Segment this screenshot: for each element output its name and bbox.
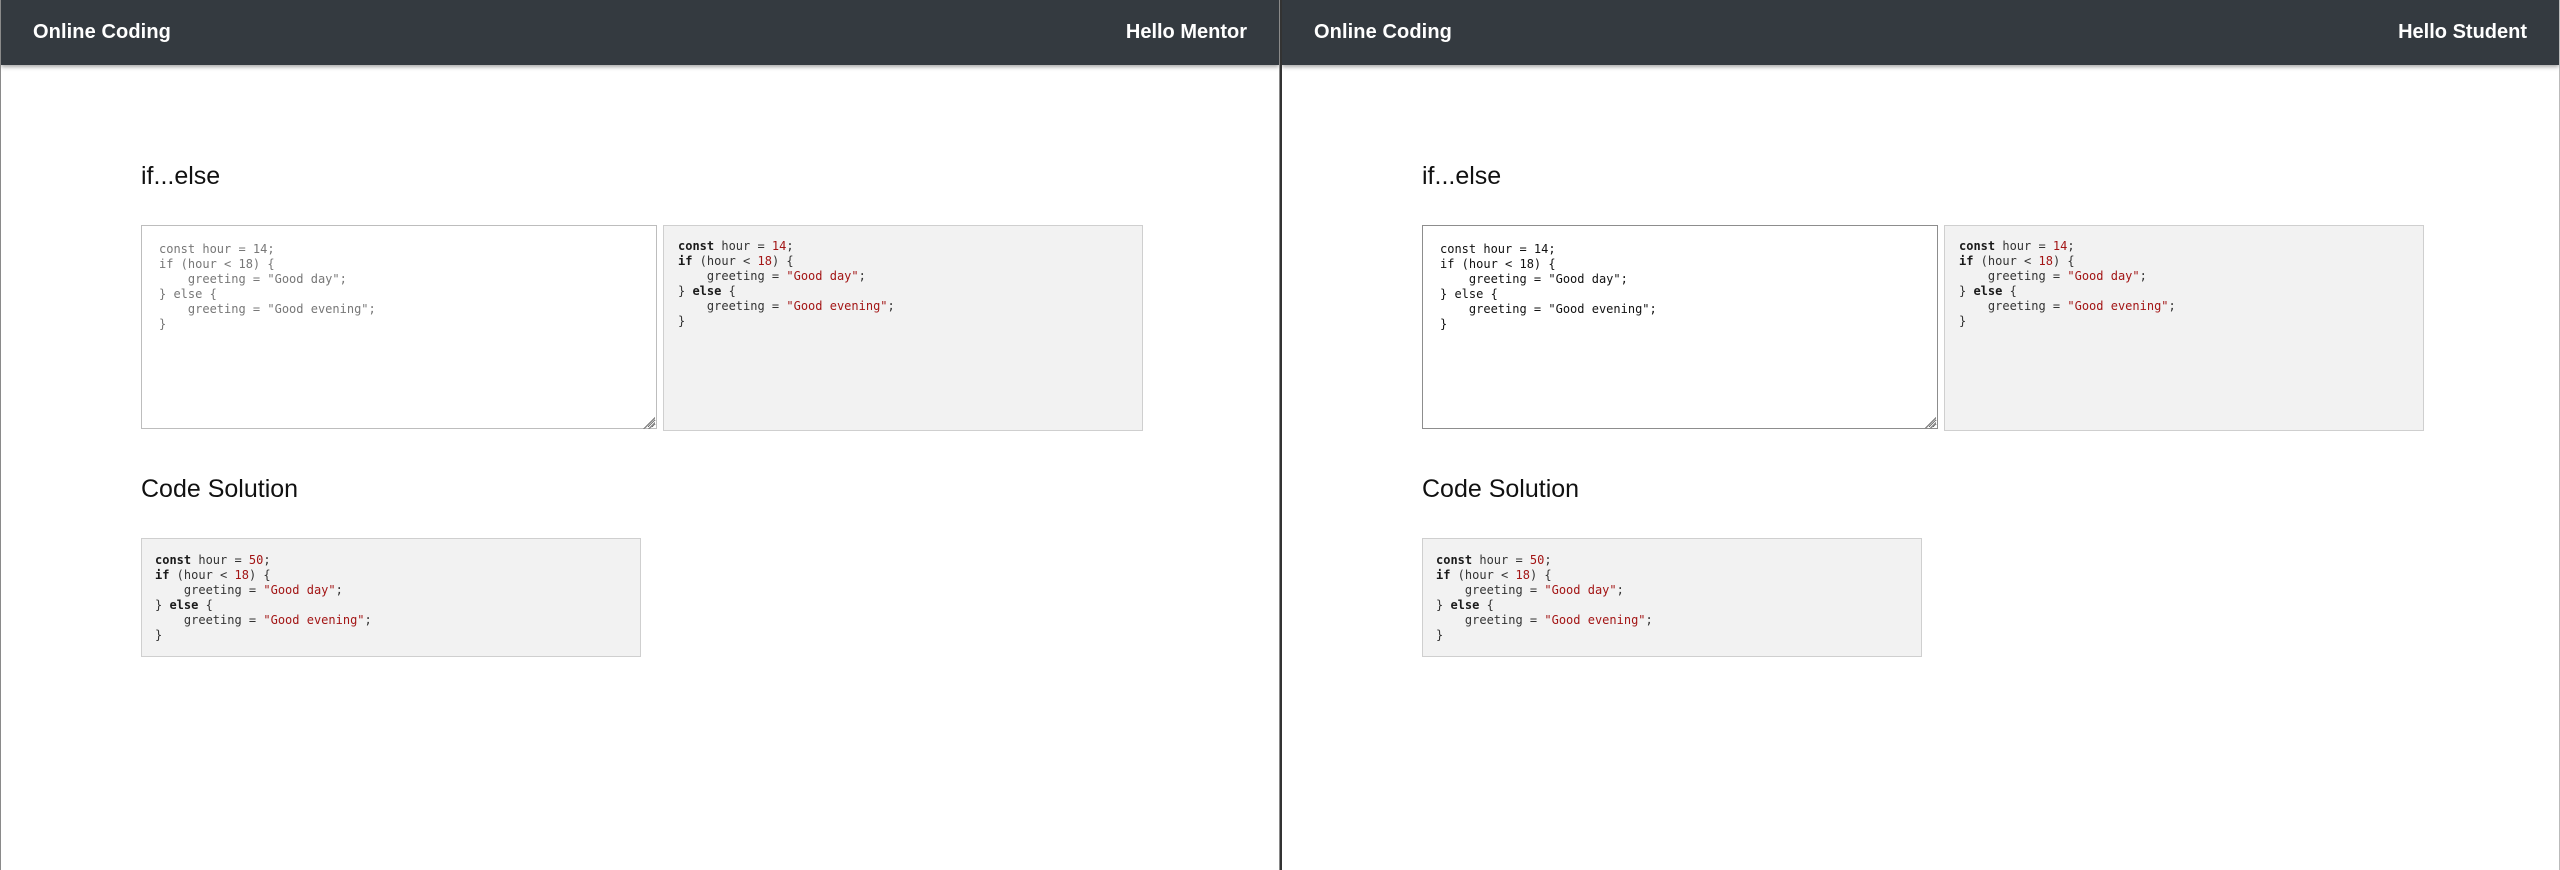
- top-navbar: Online Coding Hello Mentor: [1, 0, 1279, 65]
- code-token: hour =: [1995, 239, 2053, 253]
- code-token: greeting =: [1959, 299, 2068, 313]
- code-token: else: [169, 598, 199, 612]
- solution-code: const hour = 50; if (hour < 18) { greeti…: [1422, 538, 1922, 657]
- code-token: const: [678, 239, 715, 253]
- code-token: hour =: [714, 239, 772, 253]
- code-token: 14: [771, 239, 787, 253]
- code-editor-wrap: const hour = 14; if (hour < 18) { greeti…: [1422, 225, 1938, 431]
- code-token: 50: [248, 553, 264, 567]
- code-token: hour =: [191, 553, 249, 567]
- code-token: 14: [2052, 239, 2068, 253]
- code-token: const: [1959, 239, 1996, 253]
- solution-code: const hour = 50; if (hour < 18) { greeti…: [141, 538, 641, 657]
- code-token: ;: [786, 239, 794, 253]
- code-token: "Good evening": [263, 613, 365, 627]
- user-greeting: Hello Mentor: [1125, 21, 1247, 43]
- code-token: }: [1959, 284, 1974, 298]
- code-token: ;: [1645, 613, 1653, 627]
- code-token: ) {: [771, 254, 794, 268]
- code-token: (hour <: [169, 568, 235, 582]
- code-token: else: [1450, 598, 1480, 612]
- code-token: ;: [1616, 583, 1624, 597]
- code-token: 18: [234, 568, 249, 582]
- code-token: greeting =: [1436, 613, 1545, 627]
- code-token: "Good day": [786, 269, 859, 283]
- highlighted-preview: const hour = 14; if (hour < 18) { greeti…: [663, 225, 1143, 431]
- code-token: }: [1436, 598, 1451, 612]
- code-block-title: if...else: [1422, 162, 1502, 190]
- code-token: ;: [364, 613, 372, 627]
- code-token: ) {: [248, 568, 271, 582]
- code-token: {: [721, 284, 736, 298]
- code-token: {: [2002, 284, 2017, 298]
- user-greeting: Hello Student: [2398, 21, 2527, 43]
- code-token: ;: [2168, 299, 2176, 313]
- code-token: }: [1436, 628, 1444, 642]
- top-navbar: Online Coding Hello Student: [1282, 0, 2559, 65]
- editor-row: const hour = 14; if (hour < 18) { greeti…: [1422, 225, 2424, 431]
- mentor-window: Online Coding Hello Mentor if...else con…: [0, 0, 1280, 870]
- code-token: if: [1959, 254, 1974, 268]
- solution-title: Code Solution: [1422, 475, 1580, 503]
- code-token: }: [678, 284, 693, 298]
- code-block-title: if...else: [141, 162, 221, 190]
- code-token: {: [198, 598, 213, 612]
- resize-handle-icon[interactable]: [1924, 417, 1936, 429]
- code-editor[interactable]: const hour = 14; if (hour < 18) { greeti…: [1422, 225, 1938, 429]
- code-block-page: if...else const hour = 14; if (hour < 18…: [141, 162, 1143, 657]
- code-token: ;: [887, 299, 895, 313]
- code-token: }: [678, 314, 686, 328]
- code-block-page: if...else const hour = 14; if (hour < 18…: [1422, 162, 2424, 657]
- code-token: 18: [2038, 254, 2053, 268]
- code-token: if: [155, 568, 170, 582]
- code-token: ;: [858, 269, 866, 283]
- code-token: ;: [1544, 553, 1552, 567]
- code-token: if: [1436, 568, 1451, 582]
- code-token: (hour <: [1450, 568, 1516, 582]
- code-token: hour =: [1472, 553, 1530, 567]
- code-token: "Good evening": [1544, 613, 1646, 627]
- code-token: 18: [757, 254, 772, 268]
- code-token: "Good day": [263, 583, 336, 597]
- brand-link[interactable]: Online Coding: [1314, 21, 1452, 44]
- code-token: 18: [1515, 568, 1530, 582]
- code-token: const: [155, 553, 192, 567]
- student-window: Online Coding Hello Student if...else co…: [1280, 0, 2560, 870]
- code-token: "Good day": [2067, 269, 2140, 283]
- brand-link[interactable]: Online Coding: [33, 21, 171, 44]
- code-token: ;: [2067, 239, 2075, 253]
- code-token: greeting =: [678, 269, 787, 283]
- code-token: (hour <: [692, 254, 758, 268]
- code-token: "Good evening": [786, 299, 888, 313]
- code-token: else: [692, 284, 722, 298]
- code-token: greeting =: [155, 613, 264, 627]
- code-token: ) {: [2052, 254, 2075, 268]
- code-token: 50: [1529, 553, 1545, 567]
- code-token: {: [1479, 598, 1494, 612]
- code-token: }: [155, 598, 170, 612]
- code-token: const: [1436, 553, 1473, 567]
- code-token: ) {: [1529, 568, 1552, 582]
- code-token: "Good evening": [2067, 299, 2169, 313]
- code-token: (hour <: [1973, 254, 2039, 268]
- editor-row: const hour = 14; if (hour < 18) { greeti…: [141, 225, 1143, 431]
- code-token: greeting =: [1959, 269, 2068, 283]
- code-editor-wrap: const hour = 14; if (hour < 18) { greeti…: [141, 225, 657, 431]
- code-token: greeting =: [155, 583, 264, 597]
- code-token: ;: [335, 583, 343, 597]
- solution-title: Code Solution: [141, 475, 299, 503]
- resize-handle-icon[interactable]: [643, 417, 655, 429]
- code-token: greeting =: [678, 299, 787, 313]
- code-token: }: [155, 628, 163, 642]
- code-editor[interactable]: const hour = 14; if (hour < 18) { greeti…: [141, 225, 657, 429]
- highlighted-preview: const hour = 14; if (hour < 18) { greeti…: [1944, 225, 2424, 431]
- code-token: if: [678, 254, 693, 268]
- code-token: }: [1959, 314, 1967, 328]
- code-token: else: [1973, 284, 2003, 298]
- code-token: ;: [263, 553, 271, 567]
- code-token: "Good day": [1544, 583, 1617, 597]
- code-token: greeting =: [1436, 583, 1545, 597]
- code-token: ;: [2139, 269, 2147, 283]
